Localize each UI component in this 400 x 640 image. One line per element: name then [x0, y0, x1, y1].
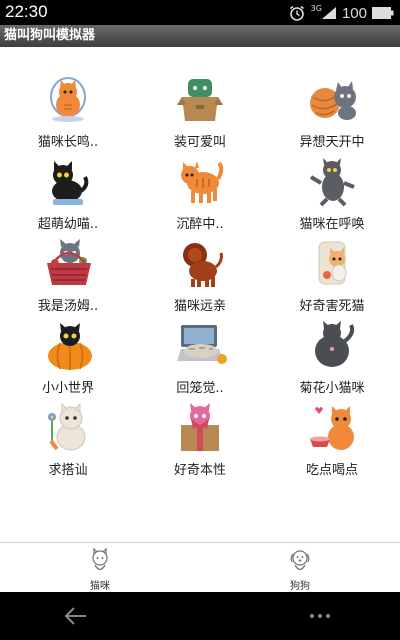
grid-item[interactable]: 异想天开中	[266, 75, 398, 155]
tab-cats-label: 猫咪	[90, 581, 110, 592]
grid-item-label: 吃点喝点	[305, 463, 358, 478]
gray-cat-calling-icon	[309, 158, 355, 207]
app-title-bar: 猫叫狗叫模拟器	[0, 25, 400, 47]
bottom-tab-bar: 猫咪 狗狗	[0, 542, 400, 592]
cat-on-pumpkin-icon	[48, 323, 92, 370]
cat-in-cage-icon	[50, 77, 86, 122]
main-content: 猫咪长鸣.. 装可爱叫 异想天开中 超萌幼喵.. 沉醉中.. 猫咪在呼唤 我是汤…	[0, 47, 400, 542]
status-icons: 3G 100	[288, 3, 394, 23]
cat-tab-icon	[92, 548, 108, 571]
grid-item[interactable]: 我是汤姆..	[2, 239, 134, 319]
navigation-bar	[0, 592, 400, 640]
grid-item-label: 装可爱叫	[173, 135, 226, 150]
tab-dogs[interactable]: 狗狗	[200, 543, 400, 592]
grid-item[interactable]: 回笼觉..	[134, 321, 266, 401]
alarm-icon	[289, 5, 304, 21]
grid-item[interactable]: 菊花小猫咪	[266, 321, 398, 401]
black-kitten-icon	[52, 161, 89, 205]
app-title: 猫叫狗叫模拟器	[4, 28, 96, 43]
grid-item-label: 小小世界	[41, 381, 94, 396]
grid-item-label: 好奇本性	[173, 463, 226, 478]
grid-item-label: 回笼觉..	[176, 381, 224, 396]
cat-with-flower-icon	[48, 403, 86, 451]
orange-cat-walking-icon	[181, 161, 224, 203]
status-time: 22:30	[5, 2, 48, 21]
battery-icon	[372, 7, 394, 19]
grid-item[interactable]: 超萌幼喵..	[2, 157, 134, 237]
grid-item[interactable]: 小小世界	[2, 321, 134, 401]
cat-in-box-icon	[177, 79, 223, 121]
grid-item-label: 异想天开中	[299, 135, 365, 150]
battery-level: 100	[341, 4, 367, 22]
grid-item-label: 菊花小猫咪	[299, 381, 365, 396]
signal-icon	[321, 7, 336, 19]
cat-in-basket-icon	[47, 239, 91, 285]
curious-cat-icon	[318, 241, 347, 285]
grid-item[interactable]: 猫咪长鸣..	[2, 75, 134, 155]
grid-item-label: 沉醉中..	[176, 217, 224, 232]
lion-icon	[183, 243, 223, 287]
grid-item[interactable]: 猫咪远亲	[134, 239, 266, 319]
grid-item-label: 猫咪远亲	[173, 299, 226, 314]
grid-item-label: 超萌幼喵..	[37, 217, 99, 232]
grid-item-label: 好奇害死猫	[299, 299, 365, 314]
grid-item-label: 猫咪长鸣..	[37, 135, 99, 150]
grid-item-label: 我是汤姆..	[37, 299, 99, 314]
grid-item-label: 求搭讪	[48, 463, 88, 478]
grid-item[interactable]: 沉醉中..	[134, 157, 266, 237]
grid-item-label: 猫咪在呼唤	[299, 217, 365, 232]
grid-item[interactable]: 吃点喝点	[266, 403, 398, 483]
more-dots-icon[interactable]	[310, 614, 330, 618]
cat-on-laptop-icon	[177, 325, 227, 364]
back-arrow-icon[interactable]	[62, 604, 90, 628]
grid-item[interactable]: 装可爱叫	[134, 75, 266, 155]
cat-with-yarn-icon	[310, 81, 356, 120]
cat-back-view-icon	[315, 321, 355, 367]
grid-item[interactable]: 求搭讪	[2, 403, 134, 483]
grid-item[interactable]: 猫咪在呼唤	[266, 157, 398, 237]
tab-dogs-label: 狗狗	[290, 581, 310, 592]
cat-with-bowl-icon	[310, 406, 354, 450]
cat-in-gift-box-icon	[181, 403, 219, 451]
tab-cats[interactable]: 猫咪	[0, 543, 200, 592]
grid-item[interactable]: 好奇害死猫	[266, 239, 398, 319]
status-bar: 22:30 3G 100	[0, 0, 400, 25]
dog-tab-icon	[290, 550, 310, 571]
grid-item[interactable]: 好奇本性	[134, 403, 266, 483]
network-type: 3G	[310, 3, 322, 13]
